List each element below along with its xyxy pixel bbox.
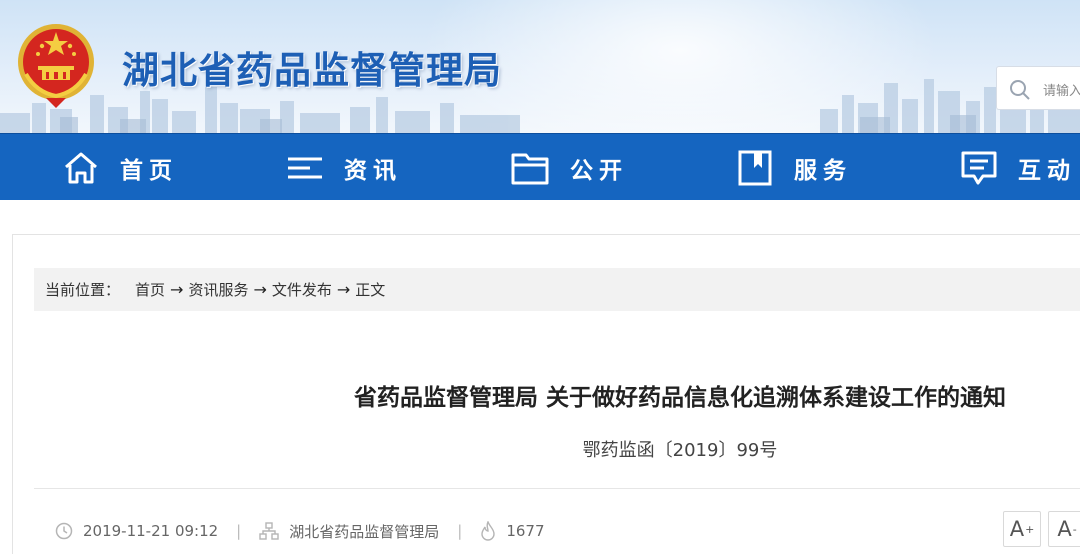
organization-icon bbox=[259, 522, 279, 540]
search-placeholder: 请输入 bbox=[1043, 84, 1080, 99]
breadcrumb-separator: → bbox=[170, 280, 184, 299]
chat-icon bbox=[961, 151, 997, 184]
main-nav: 首页 资讯 公开 服务 互动 bbox=[0, 133, 1080, 200]
nav-label: 互动 bbox=[1018, 157, 1076, 184]
nav-label: 服务 bbox=[794, 157, 852, 184]
font-decrease-letter: A bbox=[1057, 517, 1072, 541]
folder-icon bbox=[511, 153, 549, 184]
news-list-icon bbox=[288, 157, 322, 178]
article-source: 湖北省药品监督管理局 bbox=[289, 522, 440, 541]
flame-icon bbox=[481, 521, 496, 541]
article-title: 省药品监督管理局 关于做好药品信息化追溯体系建设工作的通知 bbox=[353, 385, 1006, 411]
national-emblem-icon bbox=[18, 24, 94, 108]
nav-label: 公开 bbox=[570, 157, 628, 184]
nav-label: 首页 bbox=[120, 157, 178, 184]
meta-divider: | bbox=[236, 522, 242, 540]
nav-item-interact[interactable]: 互动 bbox=[960, 134, 1076, 201]
divider bbox=[34, 488, 1080, 489]
breadcrumb-item-home[interactable]: 首页 bbox=[135, 279, 165, 300]
meta-divider: | bbox=[457, 522, 463, 540]
minus-icon: - bbox=[1072, 522, 1077, 536]
nav-label: 资讯 bbox=[344, 157, 402, 184]
home-icon bbox=[65, 152, 97, 183]
font-increase-letter: A bbox=[1009, 517, 1025, 541]
nav-item-news[interactable]: 资讯 bbox=[286, 134, 402, 201]
breadcrumb-item-file-release[interactable]: 文件发布 bbox=[272, 279, 332, 300]
document-number: 鄂药监函〔2019〕99号 bbox=[582, 440, 778, 461]
font-increase-button[interactable]: A + bbox=[1003, 511, 1041, 547]
header-banner: 湖北省药品监督管理局 请输入 bbox=[0, 0, 1080, 133]
clock-icon bbox=[55, 522, 73, 540]
plus-icon: + bbox=[1025, 522, 1035, 536]
nav-item-home[interactable]: 首页 bbox=[62, 134, 178, 201]
font-decrease-button[interactable]: A- bbox=[1048, 511, 1080, 547]
view-count: 1677 bbox=[506, 522, 545, 540]
publish-date: 2019-11-21 09:12 bbox=[83, 522, 219, 540]
nav-item-service[interactable]: 服务 bbox=[736, 134, 852, 201]
bookmark-icon bbox=[738, 150, 772, 185]
breadcrumb-item-body: 正文 bbox=[355, 281, 386, 299]
article-meta: 2019-11-21 09:12 | 湖北省药品监督管理局 | 1677 bbox=[55, 518, 545, 544]
nav-item-public[interactable]: 公开 bbox=[510, 134, 628, 201]
breadcrumb: 当前位置： 首页 → 资讯服务 → 文件发布 → 正文 bbox=[34, 268, 1080, 311]
breadcrumb-location-label: 当前位置： bbox=[45, 281, 121, 299]
search-input[interactable]: 请输入 bbox=[996, 66, 1080, 110]
site-title[interactable]: 湖北省药品监督管理局 bbox=[122, 40, 502, 94]
breadcrumb-item-news-service[interactable]: 资讯服务 bbox=[188, 279, 248, 300]
breadcrumb-separator: → bbox=[336, 280, 351, 299]
breadcrumb-separator: → bbox=[253, 280, 267, 299]
search-icon[interactable] bbox=[1009, 79, 1031, 101]
